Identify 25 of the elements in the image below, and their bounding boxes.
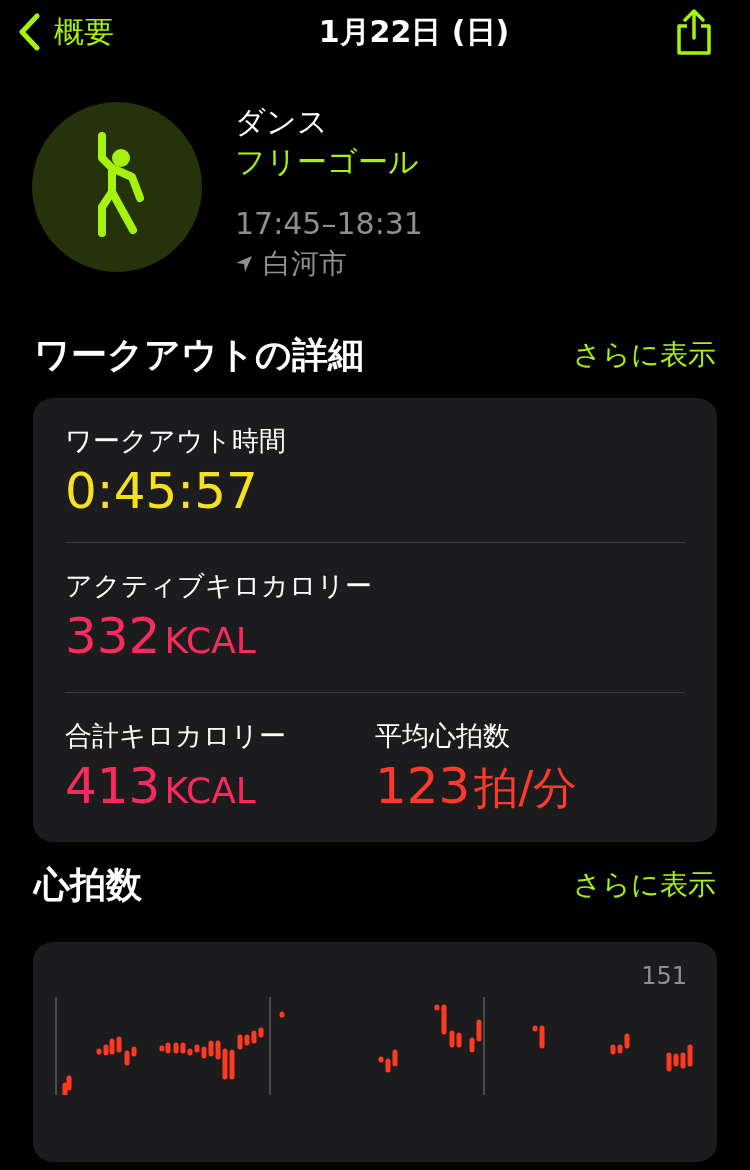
nav-title: 1月22日 (日): [318, 12, 510, 51]
location-text: 白河市: [263, 246, 347, 282]
metric-label: アクティブキロカロリー: [65, 569, 372, 603]
metric-label: 平均心拍数: [375, 719, 511, 753]
show-more-link[interactable]: さらに表示: [573, 336, 716, 374]
metric-value: 123拍/分: [375, 756, 579, 817]
section-title: 心拍数: [34, 862, 142, 907]
metric-label: ワークアウト時間: [65, 424, 286, 458]
metric-value: 0:45:57: [65, 461, 259, 522]
show-more-link[interactable]: さらに表示: [573, 866, 716, 904]
location-arrow-icon: [235, 255, 253, 273]
share-icon: [674, 8, 714, 56]
back-label[interactable]: 概要: [54, 11, 114, 53]
workout-time: 17:45–18:31: [235, 205, 423, 243]
back-button[interactable]: 概要: [18, 11, 114, 53]
chevron-left-icon: [18, 13, 40, 51]
section-title: ワークアウトの詳細: [34, 332, 364, 377]
workout-type: ダンス: [235, 103, 329, 141]
share-button[interactable]: [674, 8, 714, 56]
dancer-icon: [32, 102, 202, 272]
workout-goal: フリーゴール: [235, 143, 420, 181]
metric-label: 合計キロカロリー: [65, 719, 287, 753]
axis-label: 151: [640, 962, 688, 990]
metric-value: 332 KCAL: [65, 606, 257, 667]
metric-value: 413 KCAL: [65, 756, 257, 817]
